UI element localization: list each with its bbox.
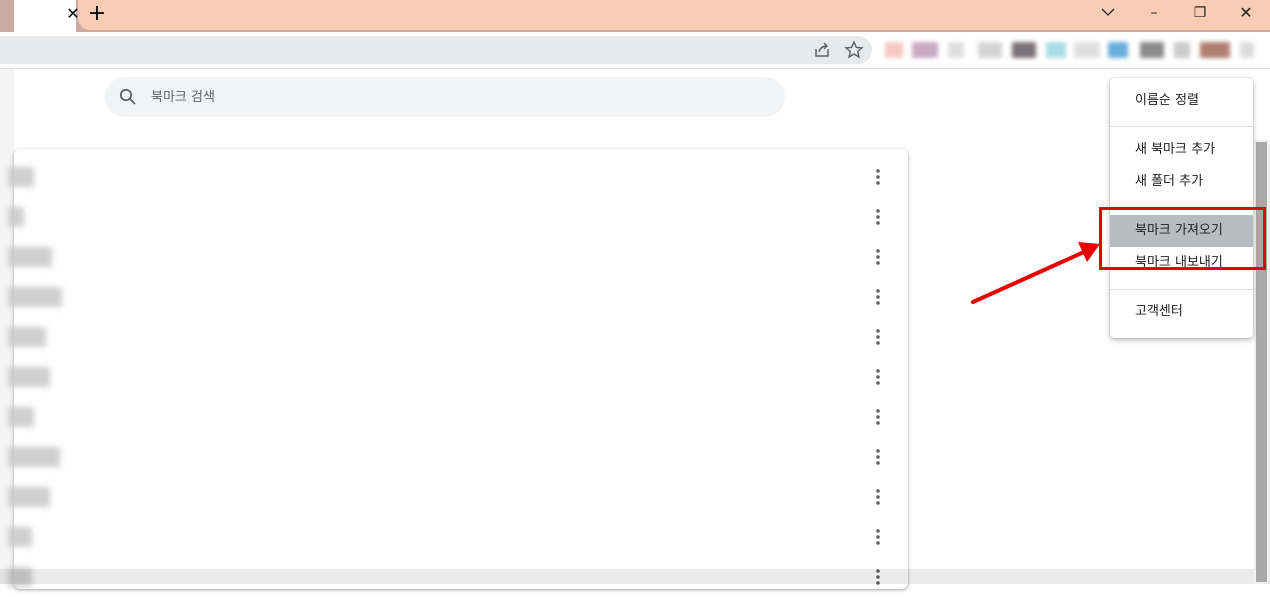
more-vert-icon[interactable] bbox=[866, 285, 890, 309]
extension-icon[interactable] bbox=[1108, 42, 1128, 58]
menu-divider bbox=[1110, 126, 1253, 127]
bookmark-row[interactable] bbox=[8, 197, 908, 237]
extension-icon[interactable] bbox=[885, 42, 903, 58]
menu-item-label: 고객센터 bbox=[1135, 304, 1183, 319]
bookmark-row[interactable] bbox=[8, 437, 908, 477]
more-vert-icon[interactable] bbox=[866, 205, 890, 229]
active-tab[interactable]: ✕ bbox=[14, 0, 80, 32]
more-vert-icon[interactable] bbox=[866, 325, 890, 349]
menu-item-label: 북마크 내보내기 bbox=[1135, 255, 1223, 270]
menu-divider bbox=[1110, 289, 1253, 290]
menu-item-export-bookmarks[interactable]: 북마크 내보내기 bbox=[1110, 247, 1253, 279]
menu-item-label: 새 북마크 추가 bbox=[1135, 142, 1216, 157]
extension-icon[interactable] bbox=[1074, 42, 1100, 58]
bookmark-row[interactable] bbox=[8, 277, 908, 317]
profile-avatar[interactable] bbox=[1200, 42, 1230, 58]
search-icon bbox=[119, 88, 136, 105]
more-vert-icon[interactable] bbox=[866, 525, 890, 549]
bookmark-row[interactable] bbox=[8, 517, 908, 557]
minimize-button[interactable]: – bbox=[1142, 2, 1166, 24]
bookmark-row[interactable] bbox=[8, 477, 908, 517]
extension-icon[interactable] bbox=[1012, 42, 1036, 58]
share-icon[interactable] bbox=[812, 40, 832, 60]
more-vert-icon[interactable] bbox=[866, 365, 890, 389]
chevron-down-icon bbox=[1101, 8, 1115, 16]
more-vert-icon[interactable] bbox=[866, 405, 890, 429]
more-vert-icon[interactable] bbox=[866, 245, 890, 269]
bookmark-title-redacted bbox=[8, 167, 34, 187]
extension-icon[interactable] bbox=[948, 42, 964, 58]
menu-item-add-folder[interactable]: 새 폴더 추가 bbox=[1110, 166, 1253, 198]
new-tab-button[interactable]: + bbox=[86, 3, 108, 25]
tab-strip-background bbox=[78, 0, 1270, 30]
search-input[interactable] bbox=[149, 85, 753, 109]
extension-icon[interactable] bbox=[1140, 42, 1164, 58]
menu-item-label: 북마크 가져오기 bbox=[1135, 223, 1223, 238]
menu-item-import-bookmarks[interactable]: 북마크 가져오기 bbox=[1110, 215, 1253, 247]
extension-icon[interactable] bbox=[1174, 42, 1190, 58]
more-vert-icon[interactable] bbox=[866, 485, 890, 509]
organize-menu: 이름순 정렬 새 북마크 추가 새 폴더 추가 북마크 가져오기 북마크 내보내… bbox=[1110, 78, 1253, 338]
extension-icon[interactable] bbox=[1240, 42, 1254, 58]
bookmark-title-redacted bbox=[8, 487, 50, 507]
more-vert-icon[interactable] bbox=[866, 165, 890, 189]
close-window-button[interactable]: ✕ bbox=[1234, 2, 1258, 24]
menu-item-help-center[interactable]: 고객센터 bbox=[1110, 296, 1253, 328]
bookmark-title-redacted bbox=[8, 407, 34, 427]
bookmark-title-redacted bbox=[8, 367, 50, 387]
scrollbar-thumb[interactable] bbox=[1256, 142, 1267, 582]
menu-item-add-bookmark[interactable]: 새 북마크 추가 bbox=[1110, 134, 1253, 166]
restore-button[interactable]: ❐ bbox=[1188, 2, 1212, 24]
bookmark-title-redacted bbox=[8, 207, 24, 227]
toolbar bbox=[0, 32, 1270, 69]
bookmark-row[interactable] bbox=[8, 157, 908, 197]
bookmark-title-redacted bbox=[8, 287, 62, 307]
bookmark-search-box[interactable] bbox=[105, 77, 785, 117]
address-bar[interactable] bbox=[0, 36, 872, 64]
bottom-shade bbox=[0, 569, 1254, 584]
extension-icon[interactable] bbox=[912, 42, 938, 58]
menu-item-label: 새 폴더 추가 bbox=[1135, 174, 1204, 189]
menu-item-sort-by-name[interactable]: 이름순 정렬 bbox=[1110, 85, 1253, 117]
annotation-arrow bbox=[971, 242, 1100, 304]
bookmark-row[interactable] bbox=[8, 237, 908, 277]
extension-icon[interactable] bbox=[978, 42, 1002, 58]
more-vert-icon[interactable] bbox=[866, 445, 890, 469]
extension-icon[interactable] bbox=[1046, 42, 1066, 58]
bookmark-title-redacted bbox=[8, 327, 46, 347]
tab-close-icon[interactable]: ✕ bbox=[64, 4, 82, 24]
bookmark-list bbox=[8, 149, 908, 589]
bookmark-row[interactable] bbox=[8, 357, 908, 397]
bookmark-title-redacted bbox=[8, 527, 32, 547]
bookmark-title-redacted bbox=[8, 447, 60, 467]
bookmark-row[interactable] bbox=[8, 397, 908, 437]
bookmark-row[interactable] bbox=[8, 317, 908, 357]
bookmark-title-redacted bbox=[8, 247, 52, 267]
star-icon[interactable] bbox=[844, 40, 864, 60]
tab-search-button[interactable] bbox=[1096, 2, 1120, 24]
menu-item-label: 이름순 정렬 bbox=[1135, 93, 1199, 108]
